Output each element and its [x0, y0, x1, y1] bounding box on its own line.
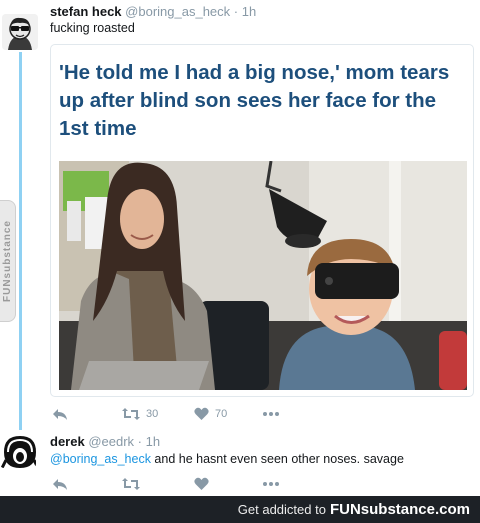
- tweet1-link-card[interactable]: 'He told me I had a big nose,' mom tears…: [50, 44, 474, 397]
- tweet1-text: fucking roasted: [50, 21, 135, 35]
- tweet2-separator-dot: ·: [137, 434, 143, 449]
- tweet2-more-button[interactable]: [262, 476, 280, 492]
- footer-brand-logo[interactable]: FUNsubstance.com: [330, 501, 470, 518]
- tweet1-reply-button[interactable]: [52, 406, 68, 422]
- tweet1-like-count: 70: [215, 408, 228, 420]
- side-watermark-text: FUNsubstance: [2, 220, 13, 303]
- tweet2-body: and he hasnt even seen other noses. sava…: [150, 452, 404, 466]
- thread-connector-line: [19, 52, 22, 430]
- card-photo: [59, 161, 467, 390]
- tweet1-separator-dot: ·: [233, 4, 239, 19]
- tweet2-mention-link[interactable]: @boring_as_heck: [50, 452, 151, 466]
- tweet1-author-name[interactable]: stefan heck: [50, 4, 122, 19]
- retweet-icon: [122, 478, 140, 490]
- reply-icon: [53, 409, 67, 420]
- avatar-derek[interactable]: [0, 432, 36, 468]
- tweet2-header: derek @eedrk · 1h: [50, 434, 160, 449]
- tweet1-timestamp[interactable]: 1h: [242, 4, 256, 19]
- tweet2-author-handle[interactable]: @eedrk: [88, 434, 134, 449]
- tweet1-header: stefan heck @boring_as_heck · 1h: [50, 4, 256, 19]
- reply-icon: [53, 479, 67, 490]
- footer-watermark-bar: Get addicted to FUNsubstance.com: [0, 496, 480, 523]
- tweet1-retweet-count: 30: [146, 408, 159, 420]
- footer-tagline: Get addicted to: [237, 502, 326, 517]
- tweet2-like-button[interactable]: [194, 476, 209, 492]
- retweet-icon: [122, 408, 140, 420]
- tweet2-retweet-button[interactable]: [122, 476, 140, 492]
- like-icon: [194, 407, 209, 420]
- tweet2-text: @boring_as_heck and he hasnt even seen o…: [50, 452, 404, 466]
- avatar-stefan-heck[interactable]: [2, 14, 38, 50]
- tweet2-author-name[interactable]: derek: [50, 434, 85, 449]
- tweet2-timestamp[interactable]: 1h: [146, 434, 160, 449]
- card-headline: 'He told me I had a big nose,' mom tears…: [59, 61, 450, 140]
- more-icon: [263, 482, 279, 486]
- tweet1-more-button[interactable]: [262, 406, 280, 422]
- tweet1-like-button[interactable]: 70: [194, 406, 227, 422]
- like-icon: [194, 477, 209, 490]
- more-icon: [263, 412, 279, 416]
- tweet1-retweet-button[interactable]: 30: [122, 406, 158, 422]
- side-watermark: FUNsubstance: [0, 200, 16, 322]
- tweet2-reply-button[interactable]: [52, 476, 68, 492]
- tweet1-author-handle[interactable]: @boring_as_heck: [125, 4, 230, 19]
